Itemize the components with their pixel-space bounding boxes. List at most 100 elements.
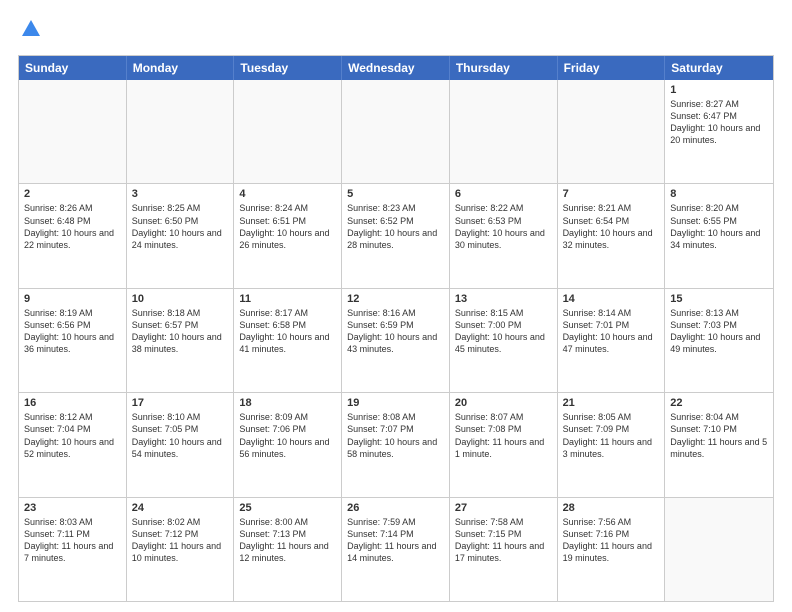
header-day-thursday: Thursday bbox=[450, 56, 558, 80]
day-info: Sunrise: 8:09 AM Sunset: 7:06 PM Dayligh… bbox=[239, 411, 336, 460]
day-cell-5: 5 Sunrise: 8:23 AM Sunset: 6:52 PM Daylig… bbox=[342, 184, 450, 287]
day-cell-16: 16 Sunrise: 8:12 AM Sunset: 7:04 PM Dayli… bbox=[19, 393, 127, 496]
day-cell-24: 24 Sunrise: 8:02 AM Sunset: 7:12 PM Dayli… bbox=[127, 498, 235, 601]
day-number: 7 bbox=[563, 188, 660, 200]
day-cell-21: 21Sunrise: 8:05 AM Sunset: 7:09 PM Dayli… bbox=[558, 393, 666, 496]
day-cell-13: 13 Sunrise: 8:15 AM Sunset: 7:00 PM Dayli… bbox=[450, 289, 558, 392]
header-day-saturday: Saturday bbox=[665, 56, 773, 80]
header-day-friday: Friday bbox=[558, 56, 666, 80]
day-cell-4: 4 Sunrise: 8:24 AM Sunset: 6:51 PM Daylig… bbox=[234, 184, 342, 287]
day-info: Sunrise: 8:00 AM Sunset: 7:13 PM Dayligh… bbox=[239, 516, 336, 565]
day-cell-1: 1 Sunrise: 8:27 AM Sunset: 6:47 PM Daylig… bbox=[665, 80, 773, 183]
day-cell-23: 23 Sunrise: 8:03 AM Sunset: 7:11 PM Dayli… bbox=[19, 498, 127, 601]
day-number: 13 bbox=[455, 293, 552, 305]
calendar-row-0: 1 Sunrise: 8:27 AM Sunset: 6:47 PM Daylig… bbox=[19, 80, 773, 183]
header-day-tuesday: Tuesday bbox=[234, 56, 342, 80]
day-info: Sunrise: 8:13 AM Sunset: 7:03 PM Dayligh… bbox=[670, 307, 768, 356]
calendar-page: SundayMondayTuesdayWednesdayThursdayFrid… bbox=[0, 0, 792, 612]
day-cell-8: 8 Sunrise: 8:20 AM Sunset: 6:55 PM Daylig… bbox=[665, 184, 773, 287]
empty-cell bbox=[19, 80, 127, 183]
day-number: 24 bbox=[132, 502, 229, 514]
day-number: 4 bbox=[239, 188, 336, 200]
day-number: 27 bbox=[455, 502, 552, 514]
day-number: 17 bbox=[132, 397, 229, 409]
day-number: 14 bbox=[563, 293, 660, 305]
day-info: Sunrise: 8:16 AM Sunset: 6:59 PM Dayligh… bbox=[347, 307, 444, 356]
calendar-row-4: 23 Sunrise: 8:03 AM Sunset: 7:11 PM Dayli… bbox=[19, 497, 773, 601]
header-day-wednesday: Wednesday bbox=[342, 56, 450, 80]
day-info: Sunrise: 8:25 AM Sunset: 6:50 PM Dayligh… bbox=[132, 202, 229, 251]
day-info: Sunrise: 8:21 AM Sunset: 6:54 PM Dayligh… bbox=[563, 202, 660, 251]
day-cell-6: 6 Sunrise: 8:22 AM Sunset: 6:53 PM Daylig… bbox=[450, 184, 558, 287]
day-cell-2: 2 Sunrise: 8:26 AM Sunset: 6:48 PM Daylig… bbox=[19, 184, 127, 287]
day-number: 2 bbox=[24, 188, 121, 200]
day-number: 20 bbox=[455, 397, 552, 409]
day-info: Sunrise: 8:15 AM Sunset: 7:00 PM Dayligh… bbox=[455, 307, 552, 356]
day-number: 3 bbox=[132, 188, 229, 200]
day-number: 16 bbox=[24, 397, 121, 409]
day-info: Sunrise: 8:22 AM Sunset: 6:53 PM Dayligh… bbox=[455, 202, 552, 251]
day-cell-26: 26 Sunrise: 7:59 AM Sunset: 7:14 PM Dayli… bbox=[342, 498, 450, 601]
day-cell-27: 27 Sunrise: 7:58 AM Sunset: 7:15 PM Dayli… bbox=[450, 498, 558, 601]
day-number: 23 bbox=[24, 502, 121, 514]
day-cell-25: 25 Sunrise: 8:00 AM Sunset: 7:13 PM Dayli… bbox=[234, 498, 342, 601]
day-number: 19 bbox=[347, 397, 444, 409]
day-number: 8 bbox=[670, 188, 768, 200]
day-info: Sunrise: 8:24 AM Sunset: 6:51 PM Dayligh… bbox=[239, 202, 336, 251]
day-info: Sunrise: 8:07 AM Sunset: 7:08 PM Dayligh… bbox=[455, 411, 552, 460]
empty-cell bbox=[127, 80, 235, 183]
header-day-monday: Monday bbox=[127, 56, 235, 80]
day-number: 1 bbox=[670, 84, 768, 96]
empty-cell bbox=[450, 80, 558, 183]
day-info: Sunrise: 8:12 AM Sunset: 7:04 PM Dayligh… bbox=[24, 411, 121, 460]
logo-icon bbox=[20, 18, 42, 40]
day-number: 9 bbox=[24, 293, 121, 305]
day-number: 25 bbox=[239, 502, 336, 514]
day-cell-7: 7 Sunrise: 8:21 AM Sunset: 6:54 PM Daylig… bbox=[558, 184, 666, 287]
day-info: Sunrise: 8:02 AM Sunset: 7:12 PM Dayligh… bbox=[132, 516, 229, 565]
day-info: Sunrise: 8:05 AM Sunset: 7:09 PM Dayligh… bbox=[563, 411, 660, 460]
day-number: 18 bbox=[239, 397, 336, 409]
day-cell-18: 18 Sunrise: 8:09 AM Sunset: 7:06 PM Dayli… bbox=[234, 393, 342, 496]
day-cell-10: 10Sunrise: 8:18 AM Sunset: 6:57 PM Dayli… bbox=[127, 289, 235, 392]
day-number: 28 bbox=[563, 502, 660, 514]
day-info: Sunrise: 8:20 AM Sunset: 6:55 PM Dayligh… bbox=[670, 202, 768, 251]
day-info: Sunrise: 8:19 AM Sunset: 6:56 PM Dayligh… bbox=[24, 307, 121, 356]
day-info: Sunrise: 8:26 AM Sunset: 6:48 PM Dayligh… bbox=[24, 202, 121, 251]
empty-cell bbox=[665, 498, 773, 601]
day-number: 26 bbox=[347, 502, 444, 514]
day-info: Sunrise: 7:56 AM Sunset: 7:16 PM Dayligh… bbox=[563, 516, 660, 565]
page-header bbox=[18, 18, 774, 45]
day-number: 6 bbox=[455, 188, 552, 200]
day-info: Sunrise: 8:27 AM Sunset: 6:47 PM Dayligh… bbox=[670, 98, 768, 147]
day-cell-28: 28 Sunrise: 7:56 AM Sunset: 7:16 PM Dayli… bbox=[558, 498, 666, 601]
day-cell-15: 15 Sunrise: 8:13 AM Sunset: 7:03 PM Dayli… bbox=[665, 289, 773, 392]
day-info: Sunrise: 8:17 AM Sunset: 6:58 PM Dayligh… bbox=[239, 307, 336, 356]
day-info: Sunrise: 8:14 AM Sunset: 7:01 PM Dayligh… bbox=[563, 307, 660, 356]
day-cell-22: 22Sunrise: 8:04 AM Sunset: 7:10 PM Dayli… bbox=[665, 393, 773, 496]
day-cell-14: 14 Sunrise: 8:14 AM Sunset: 7:01 PM Dayli… bbox=[558, 289, 666, 392]
calendar-body: 1 Sunrise: 8:27 AM Sunset: 6:47 PM Daylig… bbox=[19, 80, 773, 601]
day-number: 22 bbox=[670, 397, 768, 409]
calendar-header: SundayMondayTuesdayWednesdayThursdayFrid… bbox=[19, 56, 773, 80]
day-number: 11 bbox=[239, 293, 336, 305]
day-cell-19: 19 Sunrise: 8:08 AM Sunset: 7:07 PM Dayli… bbox=[342, 393, 450, 496]
day-info: Sunrise: 7:58 AM Sunset: 7:15 PM Dayligh… bbox=[455, 516, 552, 565]
day-info: Sunrise: 8:10 AM Sunset: 7:05 PM Dayligh… bbox=[132, 411, 229, 460]
empty-cell bbox=[558, 80, 666, 183]
day-cell-3: 3 Sunrise: 8:25 AM Sunset: 6:50 PM Daylig… bbox=[127, 184, 235, 287]
day-number: 5 bbox=[347, 188, 444, 200]
day-cell-20: 20 Sunrise: 8:07 AM Sunset: 7:08 PM Dayli… bbox=[450, 393, 558, 496]
day-number: 15 bbox=[670, 293, 768, 305]
day-cell-17: 17 Sunrise: 8:10 AM Sunset: 7:05 PM Dayli… bbox=[127, 393, 235, 496]
day-info: Sunrise: 8:23 AM Sunset: 6:52 PM Dayligh… bbox=[347, 202, 444, 251]
day-info: Sunrise: 8:08 AM Sunset: 7:07 PM Dayligh… bbox=[347, 411, 444, 460]
day-info: Sunrise: 7:59 AM Sunset: 7:14 PM Dayligh… bbox=[347, 516, 444, 565]
calendar: SundayMondayTuesdayWednesdayThursdayFrid… bbox=[18, 55, 774, 602]
calendar-row-1: 2 Sunrise: 8:26 AM Sunset: 6:48 PM Daylig… bbox=[19, 183, 773, 287]
day-info: Sunrise: 8:03 AM Sunset: 7:11 PM Dayligh… bbox=[24, 516, 121, 565]
day-number: 12 bbox=[347, 293, 444, 305]
day-info: Sunrise: 8:18 AM Sunset: 6:57 PM Dayligh… bbox=[132, 307, 229, 356]
header-day-sunday: Sunday bbox=[19, 56, 127, 80]
day-cell-9: 9 Sunrise: 8:19 AM Sunset: 6:56 PM Daylig… bbox=[19, 289, 127, 392]
